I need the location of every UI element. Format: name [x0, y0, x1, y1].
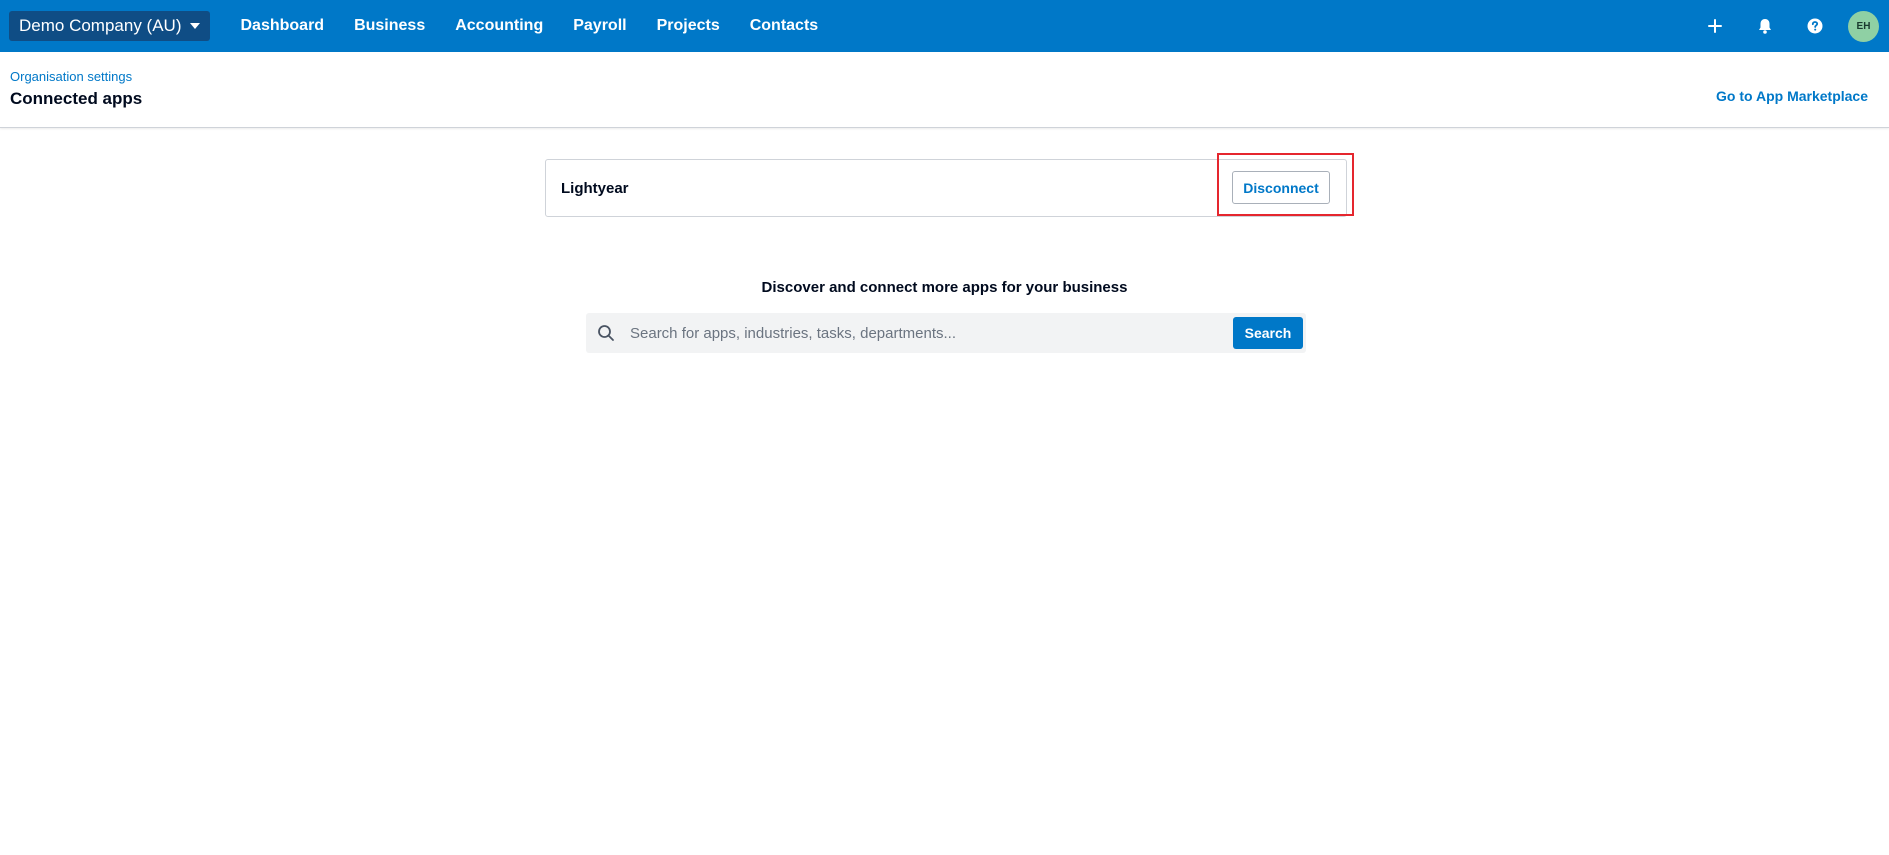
- page-title: Connected apps: [10, 89, 143, 108]
- search-icon: [598, 325, 614, 341]
- organisation-switcher[interactable]: Demo Company (AU): [9, 11, 210, 41]
- nav-business[interactable]: Business: [339, 17, 440, 35]
- user-avatar[interactable]: EH: [1848, 10, 1879, 42]
- help-button[interactable]: [1790, 0, 1840, 52]
- plus-icon: [1708, 19, 1722, 33]
- app-search-bar: Search: [586, 313, 1306, 353]
- main-nav: Dashboard Business Accounting Payroll Pr…: [226, 17, 834, 35]
- organisation-name: Demo Company (AU): [19, 16, 182, 35]
- disconnect-button[interactable]: Disconnect: [1232, 171, 1330, 204]
- bell-icon: [1759, 19, 1771, 34]
- app-name: Lightyear: [561, 180, 629, 197]
- nav-projects[interactable]: Projects: [642, 17, 735, 35]
- add-new-button[interactable]: [1690, 0, 1740, 52]
- nav-payroll[interactable]: Payroll: [558, 17, 641, 35]
- nav-contacts[interactable]: Contacts: [735, 17, 833, 35]
- page-header: Organisation settings Connected apps Go …: [0, 52, 1889, 128]
- help-icon: [1807, 18, 1823, 34]
- caret-down-icon: [189, 23, 200, 29]
- app-search-input[interactable]: [630, 313, 1200, 353]
- discover-heading: Discover and connect more apps for your …: [761, 279, 1128, 296]
- nav-accounting[interactable]: Accounting: [440, 17, 558, 35]
- nav-dashboard[interactable]: Dashboard: [226, 17, 340, 35]
- search-button[interactable]: Search: [1233, 317, 1303, 349]
- app-marketplace-link[interactable]: Go to App Marketplace: [1716, 88, 1868, 104]
- nav-right-actions: EH: [1690, 0, 1889, 52]
- notifications-button[interactable]: [1740, 0, 1790, 52]
- breadcrumb-organisation-settings[interactable]: Organisation settings: [10, 69, 132, 84]
- top-navigation-bar: Demo Company (AU) Dashboard Business Acc…: [0, 0, 1889, 52]
